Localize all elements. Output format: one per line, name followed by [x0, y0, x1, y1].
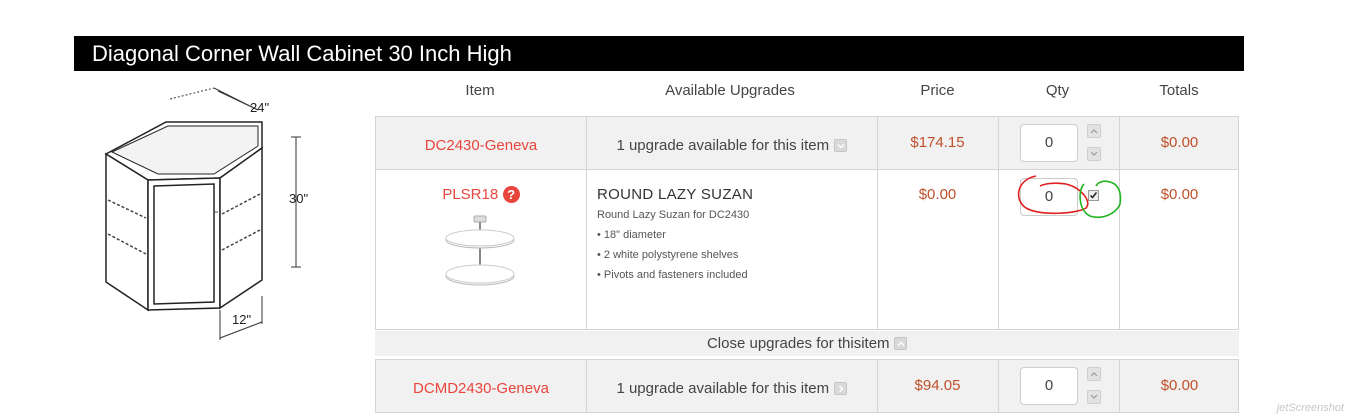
table-row: DCMD2430-Geneva 1 upgrade available for … — [375, 359, 1239, 413]
chevron-right-icon — [838, 385, 844, 393]
price: $94.05 — [914, 377, 961, 394]
chevron-up-icon — [1090, 372, 1098, 377]
upgrade-total: $0.00 — [1160, 186, 1199, 203]
chevron-down-icon — [1090, 394, 1098, 399]
page-title: Diagonal Corner Wall Cabinet 30 Inch Hig… — [74, 36, 1244, 71]
height-dimension-label: 30" — [289, 191, 309, 206]
table-row: DC2430-Geneva 1 upgrade available for th… — [375, 116, 1239, 170]
item-link[interactable]: DCMD2430-Geneva — [376, 380, 586, 397]
upgrade-bullet: • 2 white polystyrene shelves — [597, 249, 739, 261]
upgrade-available-text: 1 upgrade available for this item — [616, 380, 830, 397]
column-header-totals: Totals — [1159, 82, 1199, 99]
cabinet-image: 24" 30" 12" — [86, 82, 346, 342]
item-link[interactable]: DC2430-Geneva — [376, 137, 586, 154]
lazy-susan-image — [440, 214, 520, 294]
column-header-item: Item — [465, 82, 495, 99]
expand-upgrades-button[interactable] — [833, 382, 847, 396]
question-icon: ? — [507, 187, 516, 202]
watermark: jetScreenshot — [1276, 402, 1344, 414]
quantity-increment-button[interactable] — [1087, 124, 1101, 138]
column-header-price: Price — [920, 82, 955, 99]
upgrade-available-text: 1 upgrade available for this item — [616, 137, 830, 154]
column-header-qty: Qty — [1045, 82, 1070, 99]
row-total: $0.00 — [1160, 377, 1199, 394]
quantity-increment-button[interactable] — [1087, 367, 1101, 381]
upgrade-item-link[interactable]: PLSR18 — [442, 186, 498, 203]
chevron-down-icon — [837, 144, 845, 149]
annotation-marks — [1017, 175, 1122, 219]
price: $174.15 — [910, 134, 965, 151]
upgrade-name: ROUND LAZY SUZAN — [597, 186, 754, 203]
quantity-decrement-button[interactable] — [1087, 390, 1101, 404]
quantity-input[interactable]: 0 — [1020, 367, 1078, 405]
upgrade-bullet: • Pivots and fasteners included — [597, 269, 748, 281]
expand-upgrades-button[interactable] — [833, 139, 847, 153]
quantity-input[interactable]: 0 — [1020, 124, 1078, 162]
upgrade-row: PLSR18 ? ROUND LAZY SUZAN Round Lazy Suz… — [375, 169, 1239, 330]
upgrade-price: $0.00 — [918, 186, 957, 203]
depth-dimension-label: 12" — [232, 312, 252, 327]
row-total: $0.00 — [1160, 134, 1199, 151]
help-icon[interactable]: ? — [502, 186, 520, 203]
chevron-down-icon — [1090, 151, 1098, 156]
quantity-decrement-button[interactable] — [1087, 147, 1101, 161]
close-upgrades-bar[interactable]: Close upgrades for thisitem — [375, 331, 1239, 356]
chevron-up-icon — [897, 341, 905, 347]
upgrade-bullet: • 18" diameter — [597, 229, 666, 241]
column-header-upgrades: Available Upgrades — [665, 82, 795, 99]
collapse-upgrades-button[interactable] — [894, 337, 908, 351]
upgrade-subtitle: Round Lazy Suzan for DC2430 — [597, 209, 750, 221]
chevron-up-icon — [1090, 129, 1098, 134]
close-upgrades-label: Close upgrades for thisitem — [706, 335, 890, 352]
width-dimension-label: 24" — [250, 100, 270, 115]
